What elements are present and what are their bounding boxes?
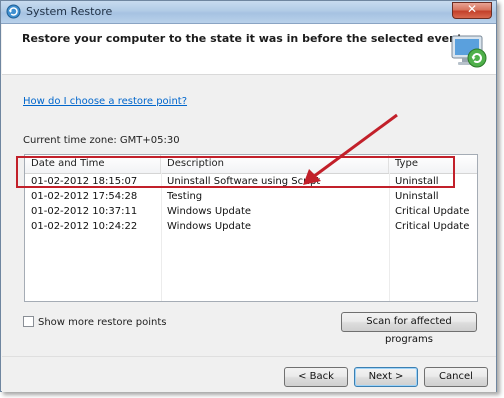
- footer-bar: [2, 356, 496, 392]
- header-panel: Restore your computer to the state it wa…: [2, 24, 496, 75]
- scan-affected-programs-button[interactable]: Scan for affected programs: [341, 312, 477, 345]
- page-heading: Restore your computer to the state it wa…: [22, 32, 463, 45]
- row-date: 01-02-2012 10:37:11: [31, 206, 138, 217]
- row-type: Uninstall: [395, 191, 439, 202]
- show-more-checkbox[interactable]: [23, 316, 34, 327]
- table-row[interactable]: 01-02-2012 10:24:22 Windows Update Criti…: [25, 219, 477, 234]
- show-more-restore-points[interactable]: Show more restore points: [23, 316, 166, 328]
- title-bar[interactable]: System Restore ✕: [1, 1, 496, 24]
- row-description: Windows Update: [167, 221, 252, 232]
- close-icon: ✕: [466, 2, 478, 16]
- cancel-button[interactable]: Cancel: [424, 367, 488, 387]
- restore-monitor-icon: [451, 35, 487, 68]
- row-type: Critical Update: [395, 206, 470, 217]
- row-type: Critical Update: [395, 221, 470, 232]
- back-button[interactable]: < Back: [284, 367, 348, 387]
- close-button[interactable]: ✕: [452, 2, 492, 19]
- row-date: 01-02-2012 10:24:22: [31, 221, 138, 232]
- help-link-choose-restore-point[interactable]: How do I choose a restore point?: [23, 96, 187, 107]
- next-button[interactable]: Next >: [354, 367, 418, 387]
- row-description: Windows Update: [167, 206, 252, 217]
- row-description: Testing: [167, 191, 203, 202]
- show-more-label: Show more restore points: [38, 317, 167, 328]
- timezone-label: Current time zone: GMT+05:30: [23, 135, 180, 146]
- row-date: 01-02-2012 17:54:28: [31, 191, 138, 202]
- table-row[interactable]: 01-02-2012 17:54:28 Testing Uninstall: [25, 189, 477, 204]
- table-row[interactable]: 01-02-2012 10:37:11 Windows Update Criti…: [25, 204, 477, 219]
- system-restore-icon: [6, 4, 21, 19]
- window-title: System Restore: [26, 5, 113, 18]
- annotation-arrow-icon: [303, 113, 398, 185]
- system-restore-window: System Restore ✕ Restore your computer t…: [0, 0, 497, 392]
